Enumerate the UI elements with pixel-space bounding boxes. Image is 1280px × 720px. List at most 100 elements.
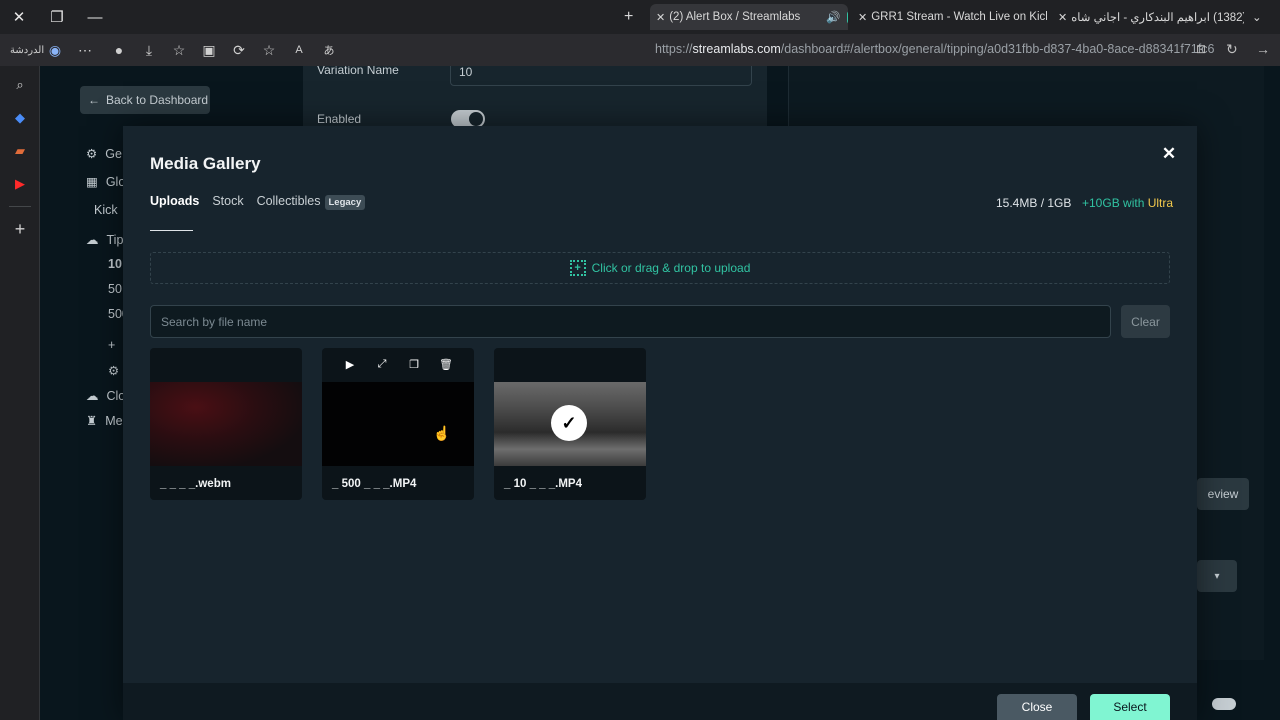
- back-label: Back to Dashboard: [106, 93, 209, 107]
- bottom-toggle[interactable]: [1212, 698, 1236, 710]
- youtube-icon[interactable]: ▶: [0, 167, 40, 200]
- tab-stock[interactable]: Stock: [212, 194, 243, 208]
- tab-uploads[interactable]: Uploads: [150, 194, 199, 208]
- close-window-icon[interactable]: ✕: [0, 0, 38, 34]
- media-toolbar: ▶ ⤢ ❐ 🗑: [322, 356, 474, 372]
- restore-window-icon[interactable]: ❐: [38, 0, 76, 34]
- download-icon[interactable]: ⤓: [134, 34, 164, 66]
- shopping-icon[interactable]: ◆: [0, 101, 40, 134]
- speaker-icon[interactable]: 🔊: [826, 10, 840, 24]
- nav-label: 10: [108, 257, 122, 271]
- url-field[interactable]: https://streamlabs.com/dashboard#/alertb…: [655, 42, 1214, 56]
- tab-collectibles[interactable]: Collectibles Legacy: [256, 194, 366, 210]
- close-icon[interactable]: ✕: [1159, 144, 1179, 164]
- upload-dropzone[interactable]: + Click or drag & drop to upload: [150, 252, 1170, 284]
- tab-collectibles-label: Collectibles: [256, 194, 321, 208]
- add-variation-icon[interactable]: +: [108, 338, 115, 352]
- variation-name-input[interactable]: 10: [450, 66, 752, 86]
- add-favorite-icon[interactable]: ☆: [254, 34, 284, 66]
- browser-sidebar: ⌕ ◆ ▰ ▶ +: [0, 66, 40, 720]
- translate-icon[interactable]: あ: [314, 34, 344, 66]
- plus-icon: +: [624, 8, 634, 25]
- media-item[interactable]: ▶ ⤢ ❐ 🗑 _ 500 _ _ _.MP4: [322, 348, 474, 500]
- tab-list-button[interactable]: ⌄: [1252, 4, 1276, 30]
- nav-item-kick[interactable]: Kick: [94, 203, 118, 217]
- upload-label: Click or drag & drop to upload: [591, 261, 751, 275]
- play-icon[interactable]: ▶: [342, 356, 358, 372]
- grid-icon: ▦: [86, 175, 98, 189]
- chevron-down-icon: ▾: [1214, 570, 1220, 582]
- gear-icon: ⚙: [86, 147, 98, 161]
- settings-gear-icon[interactable]: ⚙: [108, 363, 119, 378]
- tab-label: (2) Alert Box / Streamlabs: [669, 11, 801, 23]
- tab-youtube[interactable]: ✕ (1382) ابراهيم البندكاري - اجاني شاه: [1052, 4, 1244, 30]
- storage-usage: 15.4MB / 1GB: [996, 196, 1072, 210]
- more-icon[interactable]: ⋯: [70, 34, 100, 66]
- minimize-window-icon[interactable]: —: [76, 0, 114, 34]
- trash-icon[interactable]: 🗑: [438, 356, 454, 372]
- copilot-icon[interactable]: ◉: [40, 34, 70, 66]
- media-thumbnail: [150, 382, 302, 466]
- media-thumbnail: [322, 382, 474, 466]
- search-input[interactable]: [150, 305, 1111, 338]
- streamlabs-favicon-icon: [846, 10, 848, 24]
- select-button[interactable]: Select: [1090, 694, 1170, 720]
- shirt-icon: ♜: [86, 414, 98, 428]
- nav-label: Kick: [94, 203, 118, 217]
- nav-item-variation-50[interactable]: 50: [108, 282, 122, 296]
- duplicate-icon[interactable]: ❐: [406, 356, 422, 372]
- expand-icon[interactable]: ⤢: [374, 356, 390, 372]
- nav-label: Me: [105, 413, 123, 428]
- ultra-upgrade-link[interactable]: +10GB with Ultra: [1082, 196, 1173, 210]
- nav-item-global[interactable]: ▦ Glo: [86, 174, 125, 190]
- active-tab-indicator: [150, 230, 193, 231]
- nav-item-merch[interactable]: ♜ Me: [86, 413, 123, 429]
- media-item-selected[interactable]: ✓ _ 10 _ _ _.MP4: [494, 348, 646, 500]
- search-icon[interactable]: ⌕: [0, 68, 40, 101]
- clear-button[interactable]: Clear: [1121, 305, 1170, 338]
- close-tab-icon[interactable]: ✕: [656, 11, 665, 24]
- nav-item-general[interactable]: ⚙ Ge: [86, 146, 122, 162]
- nav-item-cloud[interactable]: ☁ Clo: [86, 388, 125, 404]
- legacy-badge: Legacy: [324, 195, 366, 210]
- plus-icon[interactable]: +: [0, 213, 40, 246]
- tools-icon[interactable]: ▰: [0, 134, 40, 167]
- arrow-left-icon: ←: [88, 93, 100, 107]
- tab-alert-box[interactable]: ✕ (2) Alert Box / Streamlabs 🔊: [650, 4, 848, 30]
- preview-button[interactable]: eview: [1197, 478, 1249, 510]
- url-host: streamlabs.com: [692, 42, 781, 56]
- dropdown-button[interactable]: ▾: [1197, 560, 1237, 592]
- tab-label: (1382) ابراهيم البندكاري - اجاني شاه: [1071, 12, 1244, 24]
- media-filename: _ 500 _ _ _.MP4: [332, 478, 417, 490]
- read-aloud-icon[interactable]: A: [284, 34, 314, 66]
- media-gallery-modal: Media Gallery ✕ Uploads Stock Collectibl…: [123, 126, 1197, 720]
- gallery-tabs: Uploads Stock Collectibles Legacy: [150, 194, 366, 210]
- sidebar-divider: [8, 206, 31, 207]
- nav-label: Tip: [106, 232, 124, 247]
- favorites-icon[interactable]: ☆: [164, 34, 194, 66]
- profile-label[interactable]: الدردشة: [0, 45, 44, 56]
- checkmark-icon: ✓: [551, 405, 587, 441]
- nav-item-tipping[interactable]: ☁ Tip: [86, 232, 124, 248]
- url-path: /dashboard#/alertbox/general/tipping/a0d…: [780, 42, 1215, 56]
- enabled-label: Enabled: [317, 112, 362, 126]
- variation-name-label: Variation Name: [317, 66, 399, 77]
- refresh-icon[interactable]: ↻: [1226, 41, 1238, 58]
- nav-item-variation-10[interactable]: 10: [108, 257, 122, 271]
- nav-label: Ge: [105, 146, 122, 161]
- close-tab-icon[interactable]: ✕: [1058, 11, 1067, 24]
- avatar[interactable]: ●: [104, 34, 134, 66]
- tip-icon: ☁: [86, 233, 99, 247]
- collections-icon[interactable]: ▣: [194, 34, 224, 66]
- tab-kick[interactable]: ✕ GRR1 Stream - Watch Live on Kick: [852, 4, 1047, 30]
- lock-icon[interactable]: ⊡: [1196, 42, 1206, 56]
- new-tab-button[interactable]: +: [620, 4, 642, 30]
- extensions-icon[interactable]: ⟳: [224, 34, 254, 66]
- back-to-dashboard-button[interactable]: ← Back to Dashboard: [80, 86, 210, 114]
- forward-icon[interactable]: →: [1256, 41, 1270, 57]
- media-item[interactable]: _ _ _ _.webm: [150, 348, 302, 500]
- nav-label: 50: [108, 282, 122, 296]
- close-button[interactable]: Close: [997, 694, 1077, 720]
- close-tab-icon[interactable]: ✕: [858, 11, 867, 24]
- media-filename: _ 10 _ _ _.MP4: [504, 478, 582, 490]
